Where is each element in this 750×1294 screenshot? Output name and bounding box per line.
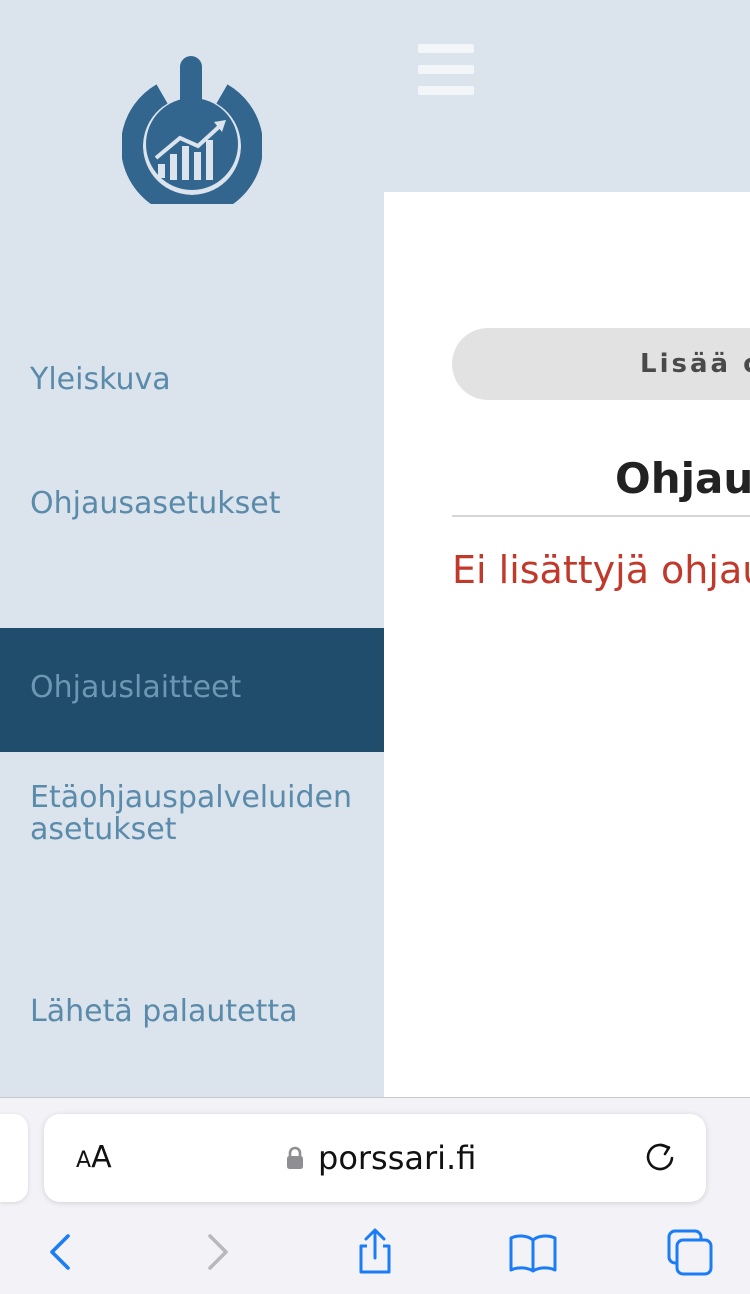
- share-icon[interactable]: [350, 1228, 400, 1276]
- add-device-button[interactable]: Lisää ohjauslaite: [452, 328, 750, 400]
- sidebar-item-send-feedback[interactable]: Lähetä palautetta: [0, 996, 384, 1028]
- sidebar-item-label: Ohjauslaitteet: [30, 670, 242, 705]
- power-chart-logo-icon[interactable]: [122, 54, 262, 204]
- sidebar-item-control-settings[interactable]: Ohjausasetukset: [0, 488, 384, 520]
- sidebar-item-overview[interactable]: Yleiskuva: [0, 364, 384, 396]
- browser-toolbar: AA porssari.fi: [0, 1097, 750, 1294]
- sidebar: Yleiskuva Ohjausasetukset Ohjauslaitteet…: [0, 0, 384, 1097]
- hamburger-icon[interactable]: [418, 44, 474, 96]
- text-size-large-label: A: [91, 1140, 112, 1175]
- url-text: porssari.fi: [318, 1139, 477, 1177]
- page-title: Ohjauslaitteet: [615, 454, 750, 503]
- address-bar[interactable]: AA porssari.fi: [44, 1114, 706, 1202]
- back-icon[interactable]: [40, 1228, 90, 1276]
- text-size-small-label: A: [76, 1148, 92, 1173]
- header: [384, 0, 750, 192]
- sidebar-item-control-devices[interactable]: Ohjauslaitteet: [0, 628, 384, 752]
- bookmarks-icon[interactable]: [508, 1228, 558, 1276]
- divider: [452, 515, 750, 517]
- sidebar-item-remote-control-settings[interactable]: Etäohjauspalveluiden asetukset: [0, 782, 360, 846]
- lock-icon: [287, 1146, 303, 1169]
- forward-icon[interactable]: [196, 1228, 246, 1276]
- reload-icon[interactable]: [642, 1140, 678, 1176]
- text-size-button[interactable]: AA: [76, 1140, 112, 1179]
- empty-state-message: Ei lisättyjä ohjauslaitteita: [452, 548, 750, 592]
- main-content: Lisää ohjauslaite Ohjauslaitteet Ei lisä…: [384, 192, 750, 1097]
- previous-tab-preview[interactable]: [0, 1114, 28, 1202]
- tabs-icon[interactable]: [664, 1228, 714, 1276]
